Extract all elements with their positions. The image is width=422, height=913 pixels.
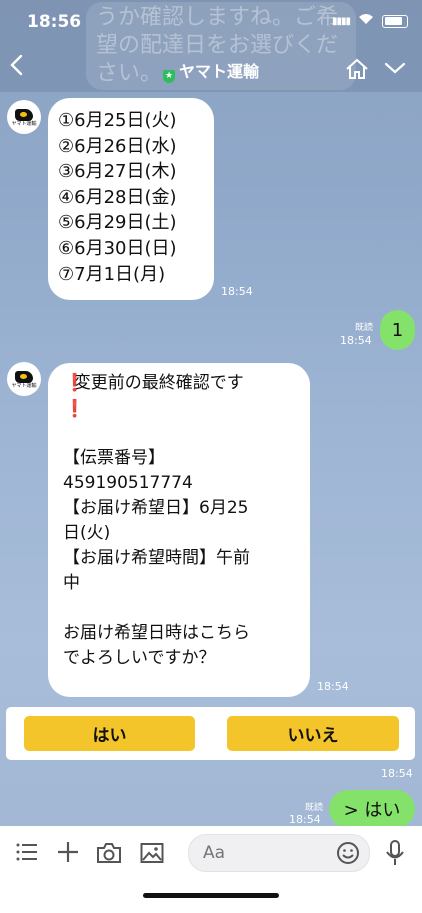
- chat-title-text: ヤマト運輸: [178, 62, 259, 81]
- message-time: 18:54: [221, 285, 253, 298]
- battery-icon: [382, 14, 408, 28]
- wifi-icon: [358, 13, 374, 29]
- status-icons: ▮▮▮▮: [332, 13, 408, 29]
- image-icon[interactable]: [140, 842, 164, 868]
- quick-reply-panel: はい いいえ: [6, 707, 415, 760]
- cat-logo-icon: [15, 109, 33, 121]
- home-icon[interactable]: [345, 58, 369, 85]
- message-time: 18:54: [340, 334, 372, 347]
- home-indicator: [143, 893, 279, 898]
- read-receipt: 既読: [355, 323, 374, 333]
- message-field[interactable]: [188, 834, 370, 872]
- camera-icon[interactable]: [96, 842, 122, 868]
- message-input[interactable]: [201, 842, 325, 864]
- user-reply-2: > はい: [329, 790, 415, 828]
- avatar-label: ヤマト運輸: [11, 383, 37, 389]
- date-option: ④6月28日(金): [58, 186, 177, 208]
- date-options-message: ①6月25日(火) ②6月26日(水) ③6月27日(木) ④6月28日(金) …: [48, 98, 214, 300]
- input-bar: [0, 826, 422, 913]
- plus-icon[interactable]: [56, 840, 80, 868]
- message-time: 18:54: [317, 680, 349, 693]
- date-option: ⑦7月1日(月): [58, 263, 166, 285]
- confirm-text: 変更前の最終確認です 【伝票番号】 459190517774 【お届け希望日】6…: [63, 373, 250, 668]
- cat-logo-icon: [15, 371, 33, 383]
- microphone-icon[interactable]: [385, 839, 405, 871]
- emoji-icon[interactable]: [336, 841, 360, 869]
- avatar[interactable]: ヤマト運輸: [7, 100, 41, 134]
- user-reply-1: 1: [380, 310, 415, 350]
- date-option: ⑥6月30日(日): [58, 237, 177, 259]
- read-receipt: 既読: [305, 803, 324, 813]
- status-time: 18:56: [27, 12, 82, 32]
- yes-button[interactable]: はい: [24, 716, 195, 751]
- date-option: ③6月27日(木): [58, 161, 177, 183]
- confirm-message: ❗ ❗ 変更前の最終確認です 【伝票番号】 459190517774 【お届け希…: [48, 363, 310, 697]
- menu-icon[interactable]: [16, 843, 38, 865]
- message-time: 18:54: [289, 813, 321, 826]
- date-option: ②6月26日(水): [58, 135, 177, 157]
- date-option: ①6月25日(火): [58, 110, 177, 131]
- message-time: 18:54: [381, 767, 413, 780]
- date-option: ⑤6月29日(土): [58, 212, 177, 234]
- exclamation-icon: ❗: [64, 399, 86, 419]
- chat-header: うか確認しますね。ご希望の配達日をお選びください。 18:56 ▮▮▮▮ ★ ヤマ…: [0, 0, 422, 92]
- signal-icon: ▮▮▮▮: [331, 15, 351, 27]
- exclamation-icon: ❗: [64, 373, 86, 393]
- verified-shield-icon: ★: [162, 70, 175, 83]
- chevron-down-icon[interactable]: [384, 56, 406, 80]
- avatar-label: ヤマト運輸: [11, 121, 37, 127]
- avatar[interactable]: ヤマト運輸: [7, 362, 41, 396]
- no-button[interactable]: いいえ: [227, 716, 399, 751]
